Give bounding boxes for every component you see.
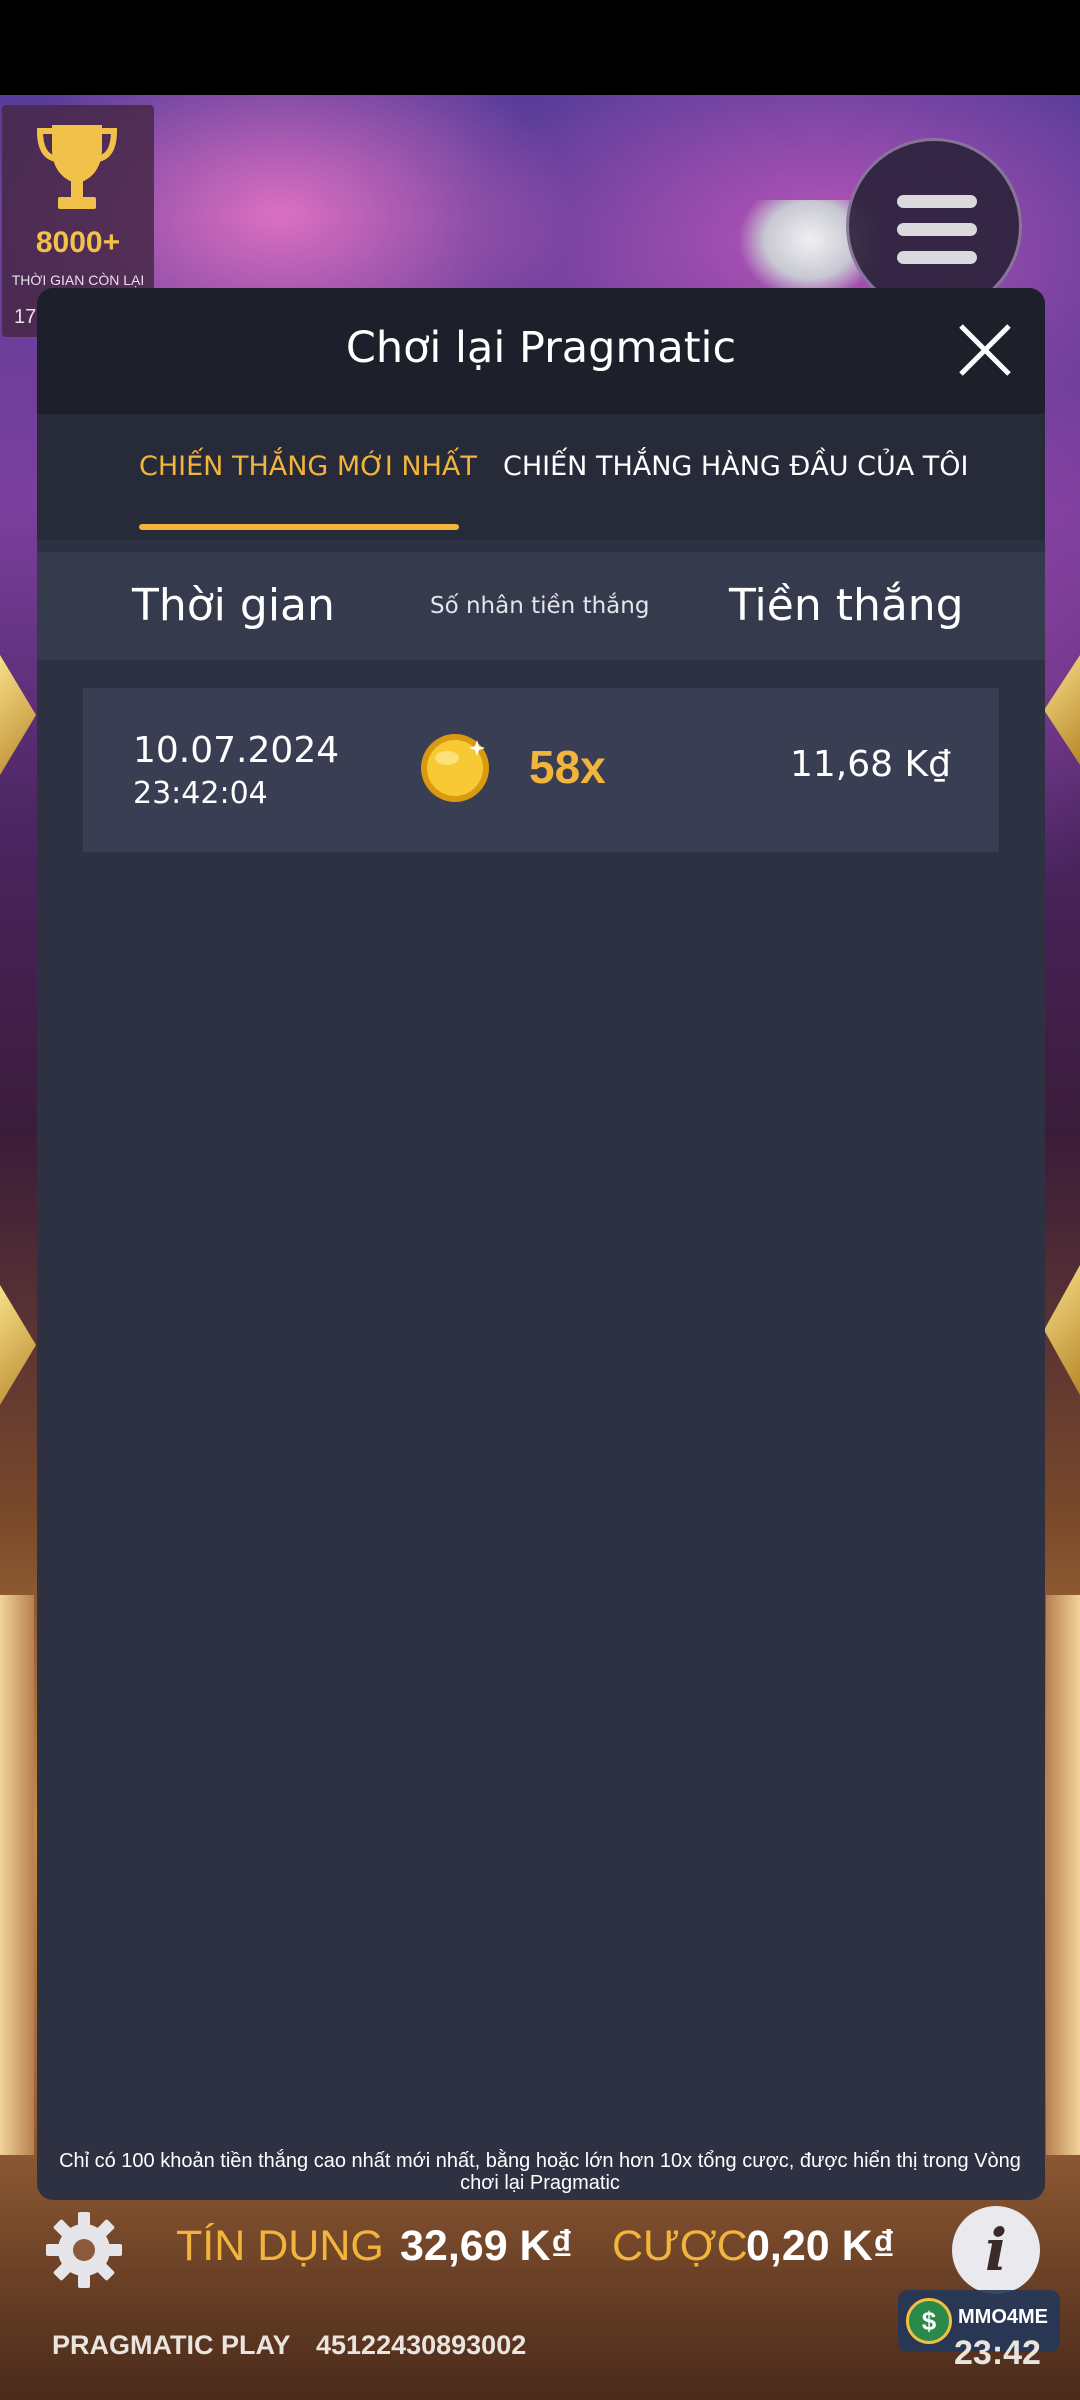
replay-modal: Chơi lại Pragmatic CHIẾN THẮNG MỚI NHẤT … (37, 288, 1045, 2200)
clock: 23:42 (954, 2334, 1041, 2372)
close-icon[interactable] (957, 322, 1013, 378)
row-time: 23:42:04 (133, 776, 268, 811)
trophy-label: THỜI GIAN CÒN LẠI (11, 272, 145, 288)
gold-ornament (0, 655, 36, 775)
provider-name: PRAGMATIC PLAY (52, 2330, 291, 2360)
row-win-amount: 11,68 K₫ (789, 744, 951, 785)
column-header-multiplier: Số nhân tiền thắng (430, 593, 650, 619)
gold-ornament (1044, 1265, 1080, 1395)
credit-label: TÍN DỤNG (176, 2222, 384, 2270)
info-icon: i (984, 2216, 1008, 2284)
footer-note: Chỉ có 100 khoản tiền thắng cao nhất mới… (59, 2150, 1021, 2194)
hamburger-icon-line (897, 223, 977, 236)
column-header-win: Tiền thắng (729, 580, 964, 631)
row-date: 10.07.2024 (133, 730, 340, 771)
modal-title: Chơi lại Pragmatic (345, 323, 737, 373)
trophy-amount: 8000+ (35, 226, 121, 259)
modal-header: Chơi lại Pragmatic (37, 288, 1045, 414)
tabs-bar: CHIẾN THẮNG MỚI NHẤT CHIẾN THẮNG HÀNG ĐẦ… (37, 414, 1045, 540)
dollar-coin-icon: $ (906, 2298, 952, 2344)
tab-latest-wins[interactable]: CHIẾN THẮNG MỚI NHẤT (139, 414, 477, 540)
temple-pillar (1046, 1595, 1080, 2155)
status-bar (0, 0, 1080, 95)
watermark-text: MMO4ME (958, 2306, 1048, 2328)
hamburger-icon (897, 195, 977, 208)
table-header: Thời gian Số nhân tiền thắng Tiền thắng (37, 552, 1045, 660)
gold-ornament (0, 1285, 36, 1405)
hamburger-icon-line (897, 251, 977, 264)
row-multiplier: 58x (529, 741, 606, 793)
bet-value[interactable]: 0,20 K₫ (746, 2222, 895, 2271)
column-header-time: Thời gian (132, 580, 335, 631)
bet-label: CƯỢC (612, 2222, 748, 2270)
session-id: 45122430893002 (316, 2330, 527, 2360)
tab-my-top-wins[interactable]: CHIẾN THẮNG HÀNG ĐẦU CỦA TÔI (503, 414, 969, 540)
gold-ornament (1044, 655, 1080, 765)
coin-icon (421, 734, 489, 802)
info-button[interactable]: i (952, 2206, 1040, 2294)
trophy-countdown: 17 (14, 306, 37, 328)
credit-value: 32,69 K₫ (400, 2222, 573, 2270)
trophy-icon (36, 125, 118, 209)
table-row[interactable]: 10.07.2024 23:42:04 58x 11,68 K₫ (83, 688, 999, 852)
gear-icon[interactable] (44, 2210, 124, 2290)
active-tab-indicator (139, 524, 459, 530)
temple-pillar (0, 1595, 34, 2155)
